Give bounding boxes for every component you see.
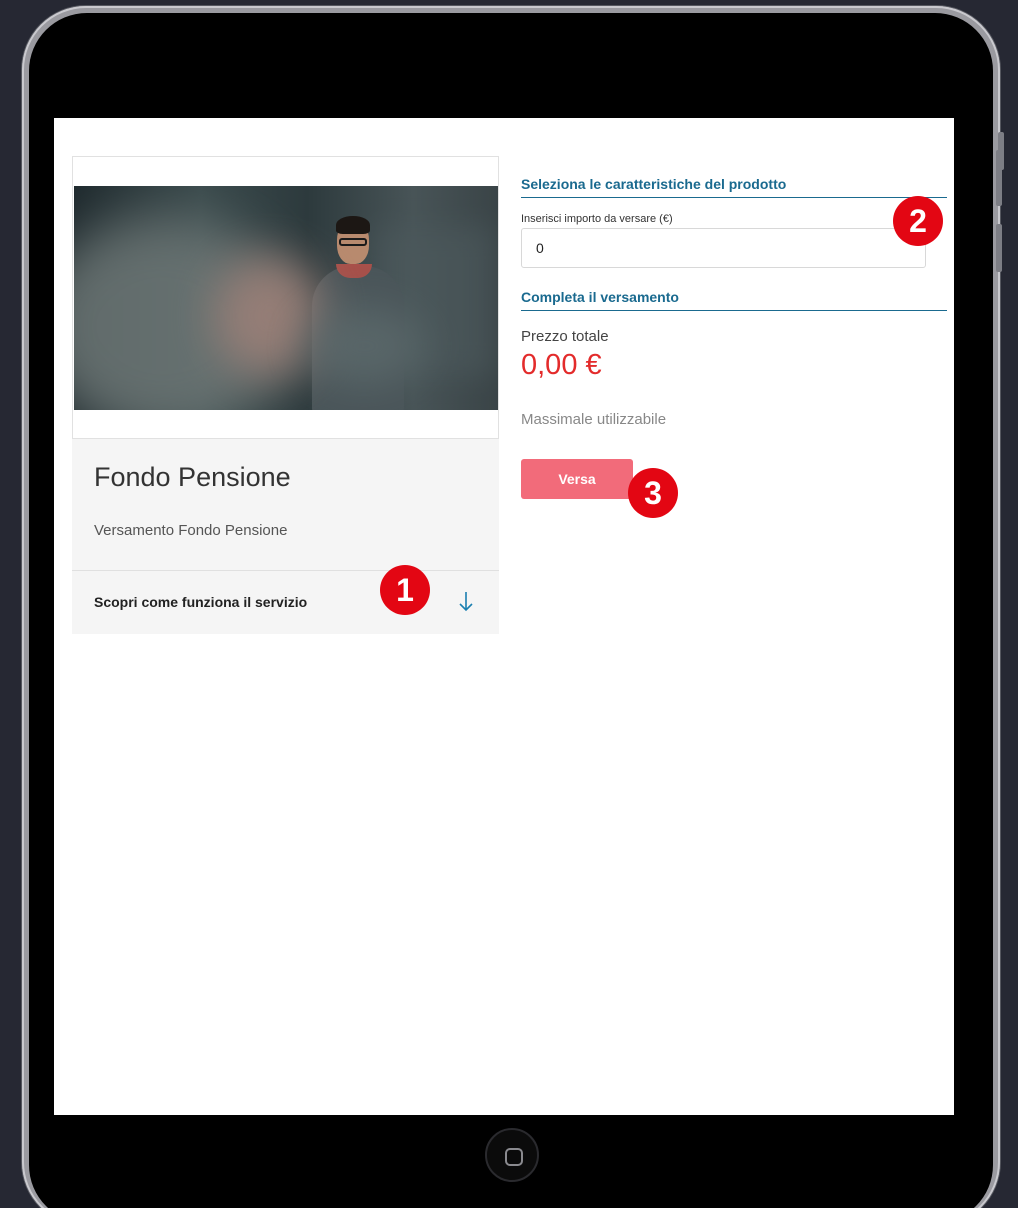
amount-input[interactable] [521,228,926,268]
volume-up-button [996,150,1002,206]
annotation-badge-3: 3 [628,468,678,518]
annotation-badge-2: 2 [893,196,943,246]
versa-button[interactable]: Versa [521,459,633,499]
product-subtitle: Versamento Fondo Pensione [94,522,288,539]
tablet-mockup: Fondo Pensione Versamento Fondo Pensione… [0,0,1018,1208]
amount-label: Inserisci importo da versare (€) [521,213,673,225]
discover-service-label: Scopri come funziona il servizio [94,594,308,610]
product-image [74,186,498,410]
annotation-badge-1: 1 [380,565,430,615]
home-button-icon [505,1148,523,1166]
volume-down-button [996,224,1002,272]
product-image-frame [72,156,499,439]
usable-limit-label: Massimale utilizzabile [521,411,667,428]
arrow-down-icon [459,592,473,612]
product-features-heading: Seleziona le caratteristiche del prodott… [521,176,947,198]
total-price-label: Prezzo totale [521,328,609,345]
home-button[interactable] [485,1128,539,1182]
product-title: Fondo Pensione [94,462,291,492]
product-card: Fondo Pensione Versamento Fondo Pensione… [72,156,499,634]
complete-payment-heading: Completa il versamento [521,289,947,311]
discover-service-toggle[interactable]: Scopri come funziona il servizio [72,571,499,634]
total-price-value: 0,00 € [521,349,602,381]
app-screen: Fondo Pensione Versamento Fondo Pensione… [54,118,954,1115]
